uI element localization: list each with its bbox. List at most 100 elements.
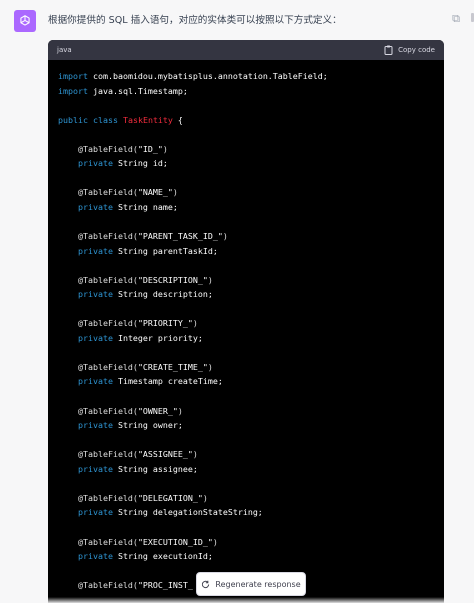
code-token: import <box>58 71 88 81</box>
code-line: @TableField("PRIORITY_") <box>58 316 434 331</box>
code-line: private String owner; <box>58 418 434 433</box>
code-token: com.baomidou.mybatisplus.annotation.Tabl… <box>87 71 328 81</box>
clipboard-icon <box>384 45 393 55</box>
code-token: String delegationStateString; <box>112 507 263 518</box>
code-line: private String assignee; <box>58 462 434 477</box>
code-line: private String description; <box>58 287 434 302</box>
code-token: import <box>58 85 88 96</box>
refresh-icon <box>202 580 210 588</box>
code-token: ) <box>222 231 228 242</box>
code-token: private <box>77 463 113 474</box>
code-token: String name; <box>112 201 178 212</box>
copy-code-button[interactable]: Copy code <box>384 45 435 55</box>
code-token: Integer priority; <box>112 332 203 343</box>
code-token: "DELEGATION_" <box>137 492 203 503</box>
code-token: "ASSIGNEE_" <box>137 449 193 460</box>
code-content: import com.baomidou.mybatisplus.annotati… <box>48 60 444 593</box>
code-token: ) <box>172 187 178 198</box>
code-token: "ID_" <box>137 143 163 154</box>
code-token: @TableField( <box>58 405 138 416</box>
code-token: Timestamp createTime; <box>112 376 223 387</box>
code-token: ) <box>212 536 218 547</box>
code-language: java <box>57 46 72 54</box>
code-header: java Copy code <box>48 40 444 60</box>
code-line: private Timestamp createTime; <box>58 374 434 389</box>
assistant-message-text: 根据你提供的 SQL 插入语句，对应的实体类可以按照以下方式定义： <box>48 15 342 26</box>
regenerate-response-button[interactable]: Regenerate response <box>196 572 306 596</box>
assistant-avatar <box>14 10 36 32</box>
code-line: import com.baomidou.mybatisplus.annotati… <box>58 69 434 84</box>
code-line: ​ <box>58 302 434 317</box>
code-line: ​ <box>58 520 434 535</box>
code-token: @TableField( <box>58 231 138 242</box>
code-line: ​ <box>58 389 434 404</box>
code-line: private String delegationStateString; <box>58 505 434 520</box>
code-line: ​ <box>58 214 434 229</box>
code-token: @TableField( <box>58 143 138 154</box>
code-token: ) <box>202 492 208 503</box>
code-line: @TableField("PARENT_TASK_ID_") <box>58 229 434 244</box>
code-token: @TableField( <box>58 361 138 372</box>
code-line: ​ <box>58 127 434 142</box>
code-line: ​ <box>58 433 434 448</box>
code-token: String parentTaskId; <box>112 245 218 256</box>
code-token: private <box>77 376 113 387</box>
code-token: "OWNER_" <box>137 405 178 416</box>
code-line: private String parentTaskId; <box>58 244 434 259</box>
copy-code-label: Copy code <box>398 46 435 54</box>
code-token: java.sql.Timestamp; <box>87 85 188 96</box>
code-line: private String id; <box>58 156 434 171</box>
code-line: ​ <box>58 98 434 113</box>
code-line: import java.sql.Timestamp; <box>58 84 434 99</box>
copy-message-icon[interactable]: ⧉ <box>452 12 460 26</box>
code-line: public class TaskEntity { <box>58 113 434 128</box>
code-block: java Copy code import com.baomidou.mybat… <box>48 40 444 603</box>
code-token: "NAME_" <box>137 187 173 198</box>
code-token: String owner; <box>112 420 183 431</box>
code-token: private <box>77 507 113 518</box>
code-line: @TableField("ASSIGNEE_") <box>58 447 434 462</box>
bottom-fade <box>0 597 474 603</box>
code-line: @TableField("EXECUTION_ID_") <box>58 535 434 550</box>
code-token: private <box>77 245 113 256</box>
code-token: @TableField( <box>58 492 138 503</box>
code-token: ) <box>177 405 183 416</box>
code-line: @TableField("CREATE_TIME_") <box>58 360 434 375</box>
code-token: "PARENT_TASK_ID_" <box>137 231 223 242</box>
code-token: ) <box>207 274 213 285</box>
code-token: @TableField( <box>58 536 138 547</box>
code-token: ) <box>192 449 198 460</box>
code-token: private <box>77 551 113 562</box>
code-line: ​ <box>58 476 434 491</box>
code-token: String assignee; <box>112 463 198 474</box>
code-line: @TableField("OWNER_") <box>58 404 434 419</box>
regenerate-response-label: Regenerate response <box>215 579 301 589</box>
code-token: private <box>77 332 113 343</box>
code-token: @TableField( <box>58 580 138 591</box>
code-token: String id; <box>112 158 168 169</box>
code-token: private <box>77 158 113 169</box>
code-token: @TableField( <box>58 318 138 329</box>
code-line: ​ <box>58 258 434 273</box>
code-token: "PRIORITY_" <box>137 318 193 329</box>
code-line: private String executionId; <box>58 549 434 564</box>
code-token: String description; <box>112 289 213 300</box>
code-line: ​ <box>58 345 434 360</box>
code-token: private <box>77 420 113 431</box>
code-line: @TableField("ID_") <box>58 142 434 157</box>
code-line: @TableField("DESCRIPTION_") <box>58 273 434 288</box>
openai-logo-icon <box>20 15 30 26</box>
code-token: ) <box>162 143 168 154</box>
code-token: private <box>77 201 113 212</box>
code-token: TaskEntity <box>122 114 173 125</box>
code-line: @TableField("NAME_") <box>58 185 434 200</box>
code-token: private <box>77 289 113 300</box>
code-line: @TableField("DELEGATION_") <box>58 491 434 506</box>
